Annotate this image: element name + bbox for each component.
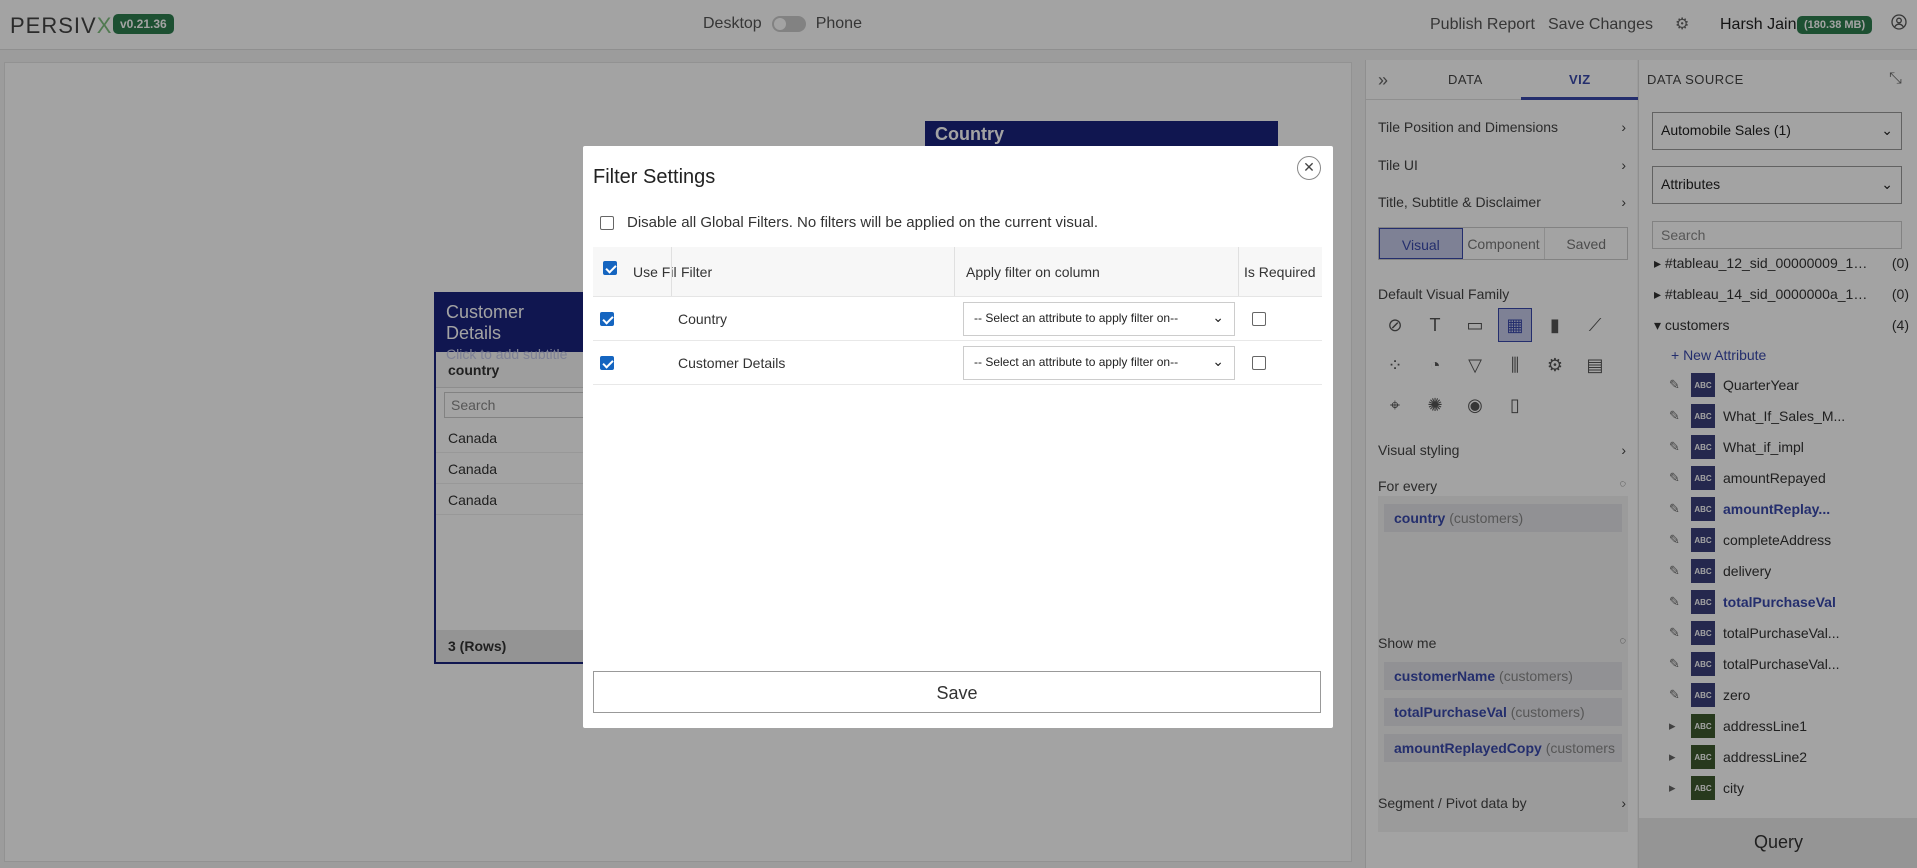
filter-settings-modal: Filter Settings ✕ Disable all Global Fil…	[583, 146, 1333, 728]
disable-global-filters-row: Disable all Global Filters. No filters w…	[600, 214, 1098, 231]
filter-table: Use Fil Filter Apply filter on column Is…	[593, 247, 1322, 385]
filter-name: Customer Details	[678, 354, 786, 371]
header-is-required: Is Required	[1244, 263, 1316, 280]
is-required-checkbox[interactable]	[1252, 355, 1266, 370]
select-all-checkbox-cell	[603, 247, 617, 296]
header-apply-on-column: Apply filter on column	[966, 263, 1100, 280]
save-button[interactable]: Save	[593, 671, 1321, 713]
is-required-checkbox[interactable]	[1252, 311, 1266, 326]
apply-column-select[interactable]: -- Select an attribute to apply filter o…	[963, 302, 1235, 336]
table-row: Country -- Select an attribute to apply …	[593, 297, 1322, 341]
header-filter: Filter	[681, 263, 713, 280]
select-all-checkbox[interactable]	[603, 260, 617, 275]
use-filter-checkbox[interactable]	[600, 311, 614, 326]
use-filter-checkbox[interactable]	[600, 355, 614, 370]
disable-global-filters-label: Disable all Global Filters. No filters w…	[627, 214, 1099, 231]
close-icon[interactable]: ✕	[1297, 156, 1321, 180]
modal-title: Filter Settings	[593, 166, 716, 188]
chevron-down-icon: ⌄	[1212, 309, 1224, 325]
disable-global-filters-checkbox[interactable]	[600, 215, 614, 230]
chevron-down-icon: ⌄	[1212, 353, 1224, 369]
filter-table-header: Use Fil Filter Apply filter on column Is…	[593, 247, 1322, 297]
filter-name: Country	[678, 310, 728, 327]
apply-column-select[interactable]: -- Select an attribute to apply filter o…	[963, 346, 1235, 380]
table-row: Customer Details -- Select an attribute …	[593, 341, 1322, 385]
